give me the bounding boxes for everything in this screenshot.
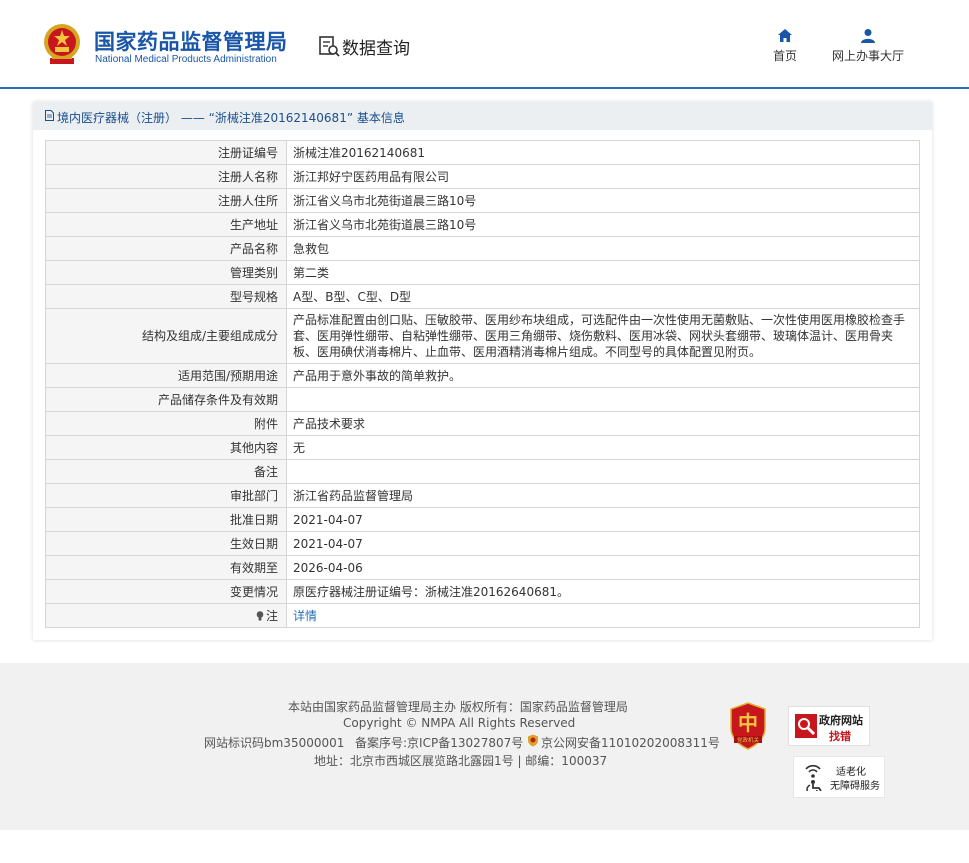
accessibility-icon [805, 764, 822, 791]
access-line2: 无障碍服务 [830, 781, 880, 792]
table-row: 产品名称 急救包 [45, 236, 920, 261]
row-value: 浙江省药品监督管理局 [286, 483, 920, 508]
row-value [286, 387, 920, 412]
row-value: 产品用于意外事故的简单救护。 [286, 363, 920, 388]
row-label: 生效日期 [45, 531, 287, 556]
footer-icp-link[interactable]: 备案序号:京ICP备13027807号 [355, 734, 523, 751]
row-value: 无 [286, 435, 920, 460]
row-label: 产品储存条件及有效期 [45, 387, 287, 412]
row-value: 2026-04-06 [286, 555, 920, 580]
row-value: 2021-04-07 [286, 531, 920, 556]
row-label: 有效期至 [45, 555, 287, 580]
party-government-badge-icon[interactable]: 中 党政机关 [728, 702, 768, 750]
row-value: 产品标准配置由创口贴、压敏胶带、医用纱布块组成，可选配件由一次性使用无菌敷贴、一… [286, 308, 920, 364]
info-panel: 境内医疗器械（注册） —— “浙械注准20162140681” 基本信息 注册证… [33, 102, 932, 640]
org-name-cn: 国家药品监督管理局 [94, 30, 288, 54]
table-row: 其他内容无 [45, 435, 920, 460]
table-row: 产品储存条件及有效期 [45, 387, 920, 412]
row-label: 管理类别 [45, 260, 287, 285]
row-label: 生产地址 [45, 212, 287, 237]
row-label: 注册证编号 [45, 140, 287, 165]
row-value [286, 459, 920, 484]
gov-site-find-error-button[interactable]: 政府网站 找错 [788, 706, 870, 746]
user-icon [861, 29, 875, 43]
site-footer: 本站由国家药品监督管理局主办 版权所有：国家药品监督管理局 Copyright … [0, 663, 969, 830]
row-label: 附件 [45, 411, 287, 436]
table-row: 注册人住所 浙江省义乌市北苑街道晨三路10号 [45, 188, 920, 213]
table-row: 注册人名称 浙江邦好宁医药用品有限公司 [45, 164, 920, 189]
footer-sponsor: 本站由国家药品监督管理局主办 版权所有：国家药品监督管理局 [288, 700, 628, 714]
national-emblem-icon [44, 24, 80, 64]
table-row: 变更情况 原医疗器械注册证编号：浙械注准20162640681。 [45, 579, 920, 604]
details-link[interactable]: 详情 [293, 609, 317, 623]
svg-text:中: 中 [738, 711, 758, 735]
table-row: 注 详情 [45, 603, 920, 628]
table-row: 审批部门 浙江省药品监督管理局 [45, 483, 920, 508]
row-label: 注册人名称 [45, 164, 287, 189]
note-bulb-icon [256, 610, 264, 620]
table-row: 生效日期 2021-04-07 [45, 531, 920, 556]
row-value: 原医疗器械注册证编号：浙械注准20162640681。 [286, 579, 920, 604]
gov-find-line2: 找错 [829, 730, 851, 743]
nav-online-hall-label: 网上办事大厅 [831, 49, 904, 63]
data-query-icon [319, 36, 340, 57]
note-label: 注 [265, 608, 278, 623]
row-value: 详情 [286, 603, 920, 628]
table-row: 注册证编号 浙械注准20162140681 [45, 140, 920, 165]
row-value: 急救包 [286, 236, 920, 261]
footer-address: 地址：北京市西城区展览路北露园1号 | 邮编：100037 [314, 754, 608, 768]
table-row: 附件 产品技术要求 [45, 411, 920, 436]
row-value: 浙江省义乌市北苑街道晨三路10号 [286, 212, 920, 237]
row-value: 浙江省义乌市北苑街道晨三路10号 [286, 188, 920, 213]
row-value: 浙械注准20162140681 [286, 140, 920, 165]
access-line1: 适老化 [836, 767, 866, 778]
row-label: 注册人住所 [45, 188, 287, 213]
gov-find-line1: 政府网站 [819, 714, 863, 727]
row-value: 产品技术要求 [286, 411, 920, 436]
table-row: 有效期至 2026-04-06 [45, 555, 920, 580]
row-label: 型号规格 [45, 284, 287, 309]
header-divider [0, 87, 969, 89]
row-label: 结构及组成/主要组成成分 [45, 308, 287, 364]
nav-home-label: 首页 [772, 49, 797, 63]
panel-header: 境内医疗器械（注册） —— “浙械注准20162140681” 基本信息 [33, 102, 932, 130]
table-row: 适用范围/预期用途 产品用于意外事故的简单救护。 [45, 363, 920, 388]
footer-site-id: 网站标识码bm35000001 [204, 736, 345, 750]
panel-title: 境内医疗器械（注册） —— “浙械注准20162140681” 基本信息 [57, 111, 405, 125]
row-label: 产品名称 [45, 236, 287, 261]
table-row: 批准日期 2021-04-07 [45, 507, 920, 532]
table-row: 管理类别 第二类 [45, 260, 920, 285]
row-label: 批准日期 [45, 507, 287, 532]
table-row: 备注 [45, 459, 920, 484]
footer-police-link[interactable]: 京公网安备11010202008311号 [541, 734, 720, 751]
registration-info-table: 注册证编号 浙械注准20162140681 注册人名称 浙江邦好宁医药用品有限公司 注册… [45, 140, 920, 628]
table-row: 结构及组成/主要组成成分 产品标准配置由创口贴、压敏胶带、医用纱布块组成，可选配件… [45, 308, 920, 364]
row-value: 第二类 [286, 260, 920, 285]
row-label: 审批部门 [45, 483, 287, 508]
org-name-en: National Medical Products Administration [95, 54, 277, 65]
nav-home[interactable]: 首页 [768, 28, 802, 64]
accessibility-service-button[interactable]: 适老化 无障碍服务 [793, 756, 885, 798]
badge-label: 党政机关 [737, 736, 760, 744]
row-value: A型、B型、C型、D型 [286, 284, 920, 309]
site-header: 国家药品监督管理局 National Medical Products Admi… [0, 0, 969, 88]
section-title: 数据查询 [342, 39, 410, 59]
table-row: 生产地址 浙江省义乌市北苑街道晨三路10号 [45, 212, 920, 237]
table-row: 型号规格 A型、B型、C型、D型 [45, 284, 920, 309]
row-label: 备注 [45, 459, 287, 484]
home-icon [778, 29, 792, 42]
row-label: 变更情况 [45, 579, 287, 604]
row-label: 适用范围/预期用途 [45, 363, 287, 388]
row-label: 其他内容 [45, 435, 287, 460]
row-value: 浙江邦好宁医药用品有限公司 [286, 164, 920, 189]
row-label: 注 [45, 603, 287, 628]
police-badge-icon [528, 734, 538, 747]
nav-online-hall[interactable]: 网上办事大厅 [826, 28, 910, 64]
document-icon [45, 110, 54, 121]
magnifier-icon [795, 714, 817, 738]
footer-copyright: Copyright © NMPA All Rights Reserved [343, 716, 576, 730]
row-value: 2021-04-07 [286, 507, 920, 532]
